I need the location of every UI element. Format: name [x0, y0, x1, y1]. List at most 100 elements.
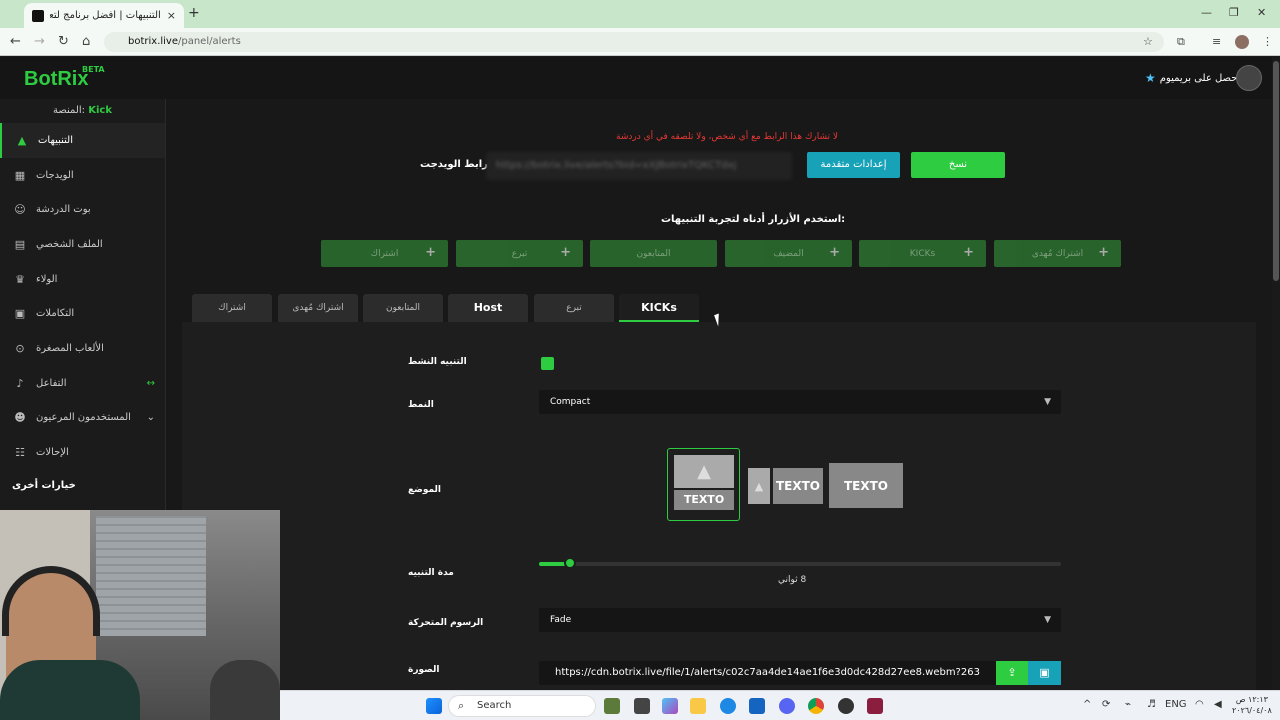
position-label: الموضع	[408, 485, 441, 495]
animation-select[interactable]: Fade ▼	[539, 608, 1061, 632]
profile-avatar[interactable]	[1235, 35, 1249, 49]
sidebar-item-label: الويدجات	[36, 169, 74, 181]
tab-followers[interactable]: المتابعون	[363, 294, 443, 322]
new-tab-button[interactable]: +	[188, 5, 200, 21]
webcam-second-person	[210, 660, 280, 720]
gallery-icon[interactable]: ▣	[1028, 661, 1061, 685]
plus-icon: +	[963, 245, 974, 260]
tab-donation[interactable]: تبرع	[534, 294, 614, 322]
sidebar-item-integrations[interactable]: ▣ التكاملات	[0, 296, 165, 331]
position-text: TEXTO	[674, 490, 734, 510]
sidebar-item-minigames[interactable]: ⊙ الألعاب المصغرة	[0, 331, 165, 366]
reload-icon[interactable]: ↻	[58, 34, 69, 49]
show-hidden-icons-icon[interactable]: ^	[1083, 699, 1091, 710]
user-avatar[interactable]	[1236, 65, 1262, 91]
sidebar-item-referrals[interactable]: ☷ الإحالات	[0, 435, 165, 470]
volume-icon[interactable]: ◀	[1214, 699, 1222, 710]
test-donation-button[interactable]: تبرع +	[456, 240, 583, 267]
sidebar-item-loyalty[interactable]: ♛ الولاء	[0, 262, 165, 297]
obs-icon[interactable]	[838, 698, 854, 714]
duration-slider-thumb[interactable]	[564, 557, 577, 569]
taskbar-search[interactable]: ⌕ Search	[448, 695, 596, 717]
test-kicks-button[interactable]: KICKs +	[859, 240, 986, 267]
alerts-main: لا تشارك هذا الرابط مع أي شخص، ولا تلصقه…	[166, 99, 1280, 690]
tab-host[interactable]: Host	[448, 294, 528, 322]
sidebar-item-label: المستخدمون المرعيون	[36, 412, 131, 424]
sidebar-item-chatbot[interactable]: ☺ بوت الدردشة	[0, 192, 165, 227]
position-option-image-above[interactable]: ▲ TEXTO	[667, 448, 740, 521]
sync-icon[interactable]: ⟳	[1102, 699, 1110, 710]
store-icon[interactable]	[749, 698, 765, 714]
botrix-logo[interactable]: BotRix	[24, 68, 88, 91]
sidebar-item-widgets[interactable]: ▦ الويدجات	[0, 158, 165, 193]
get-premium-link[interactable]: ★ احصل على بريميوم	[1145, 71, 1240, 85]
upload-icon[interactable]: ⇪	[996, 661, 1028, 685]
minimize-icon[interactable]: —	[1201, 6, 1212, 19]
position-option-image-left[interactable]: ▲ TEXTO	[748, 468, 823, 504]
tab-gifted-sub[interactable]: اشتراك مُهدى	[278, 294, 358, 322]
test-gifted-sub-button[interactable]: اشتراك مُهدى +	[994, 240, 1121, 267]
chrome-icon[interactable]	[808, 698, 824, 714]
language-indicator[interactable]: ENG	[1165, 699, 1187, 710]
clock-date: ٢٠٢٦/٠٤/٠٨	[1232, 706, 1272, 715]
extensions-icon[interactable]: ⧉	[1177, 35, 1185, 49]
test-host-button[interactable]: المضيف +	[725, 240, 852, 267]
referral-icon: ☷	[15, 446, 25, 460]
url-input[interactable]: botrix.live/panel/alerts	[104, 32, 1164, 52]
media-icon[interactable]: ≡	[1212, 35, 1221, 48]
adobe-icon[interactable]	[867, 698, 883, 714]
task-view-icon[interactable]	[634, 698, 650, 714]
sidebar-item-interaction[interactable]: ♪ التفاعل ↔	[0, 366, 165, 401]
chevron-down-icon[interactable]: ⌄	[147, 412, 155, 423]
windows-start-icon[interactable]	[426, 698, 442, 714]
close-tab-icon[interactable]: ×	[167, 9, 176, 22]
sidebar-item-profile[interactable]: ▤ الملف الشخصي	[0, 227, 165, 262]
file-explorer-icon[interactable]	[690, 698, 706, 714]
page-scrollbar[interactable]	[1272, 57, 1280, 690]
copy-button[interactable]: نسخ	[911, 152, 1005, 178]
browser-tab[interactable]: التنبيهات | أفضل برنامج لتعزيز ال... ×	[24, 3, 184, 28]
duration-slider[interactable]	[539, 557, 1061, 569]
close-window-icon[interactable]: ✕	[1257, 6, 1266, 19]
network-icon[interactable]: ⌁	[1125, 699, 1131, 710]
edge-icon[interactable]	[720, 698, 736, 714]
sidebar-item-alerts[interactable]: ▲ التنبيهات	[0, 123, 165, 158]
system-clock[interactable]: ١٢:١٣ ص ٢٠٢٦/٠٤/٠٨	[1232, 694, 1272, 716]
trophy-icon: ♛	[15, 272, 25, 286]
platform-indicator: المنصة: Kick	[0, 99, 165, 123]
test-subscription-button[interactable]: اشتراك +	[321, 240, 448, 267]
back-icon[interactable]: ←	[10, 34, 21, 49]
tab-kicks[interactable]: KICKs	[619, 294, 699, 322]
widget-url-field[interactable]: https://botrix.live/alerts?bid=xXJBotrix…	[486, 152, 792, 180]
microphone-icon[interactable]: ♬	[1147, 699, 1156, 710]
tab-subscription[interactable]: اشتراك	[192, 294, 272, 322]
image-url-field[interactable]: https://cdn.botrix.live/file/1/alerts/c0…	[539, 661, 996, 685]
forward-icon[interactable]: →	[34, 34, 45, 49]
position-option-overlay[interactable]: TEXTO	[829, 463, 903, 508]
tab-title: التنبيهات | أفضل برنامج لتعزيز ال...	[50, 10, 161, 21]
test-followers-button[interactable]: المتابعون	[590, 240, 717, 267]
sidebar-item-label: الولاء	[36, 273, 58, 285]
scrollbar-thumb[interactable]	[1273, 61, 1279, 281]
other-options-heading[interactable]: خيارات أخرى	[0, 470, 165, 501]
test-button-label: اشتراك	[370, 248, 399, 259]
sidebar-item-label: التنبيهات	[38, 134, 73, 146]
interaction-indicator-icon: ↔	[146, 377, 155, 389]
sidebar-item-label: التكاملات	[36, 308, 75, 320]
advanced-settings-button[interactable]: إعدادات متقدمة	[807, 152, 900, 178]
animation-value: Fade	[550, 615, 572, 625]
menu-icon[interactable]: ⋮	[1262, 35, 1273, 48]
home-icon[interactable]: ⌂	[82, 34, 90, 49]
restore-icon[interactable]: ❐	[1229, 6, 1239, 19]
style-select[interactable]: Compact ▼	[539, 390, 1061, 414]
duration-value: 8 ثواني	[778, 575, 807, 585]
discord-icon[interactable]	[779, 698, 795, 714]
site-favicon-icon	[32, 9, 44, 22]
bookmark-star-icon[interactable]: ☆	[1143, 35, 1153, 48]
copilot-icon[interactable]	[662, 698, 678, 714]
sidebar-item-label: الملف الشخصي	[36, 238, 103, 250]
news-widget-icon[interactable]	[604, 698, 620, 714]
wifi-icon[interactable]: ◠	[1195, 699, 1204, 710]
sidebar-item-sponsored-users[interactable]: ☻ المستخدمون المرعيون ⌄	[0, 401, 165, 436]
active-alert-checkbox[interactable]	[541, 357, 554, 370]
